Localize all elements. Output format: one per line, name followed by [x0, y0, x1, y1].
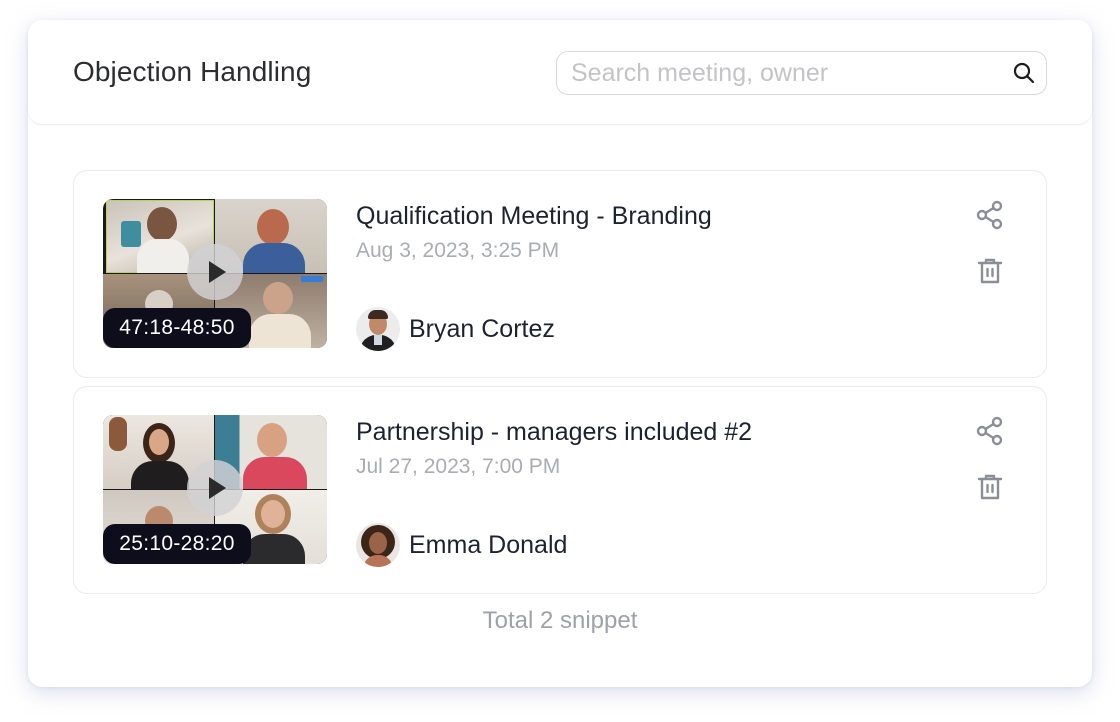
play-icon[interactable]	[187, 244, 243, 300]
duration-badge: 47:18-48:50	[103, 308, 251, 348]
meeting-date: Aug 3, 2023, 3:25 PM	[356, 239, 560, 262]
panel-title: Objection Handling	[73, 56, 312, 87]
owner-name: Bryan Cortez	[409, 314, 555, 343]
meeting-title[interactable]: Qualification Meeting - Branding	[356, 202, 712, 231]
search-box[interactable]	[556, 51, 1047, 95]
avatar	[356, 523, 400, 567]
owner-name: Emma Donald	[409, 530, 568, 559]
avatar	[356, 307, 400, 351]
duration-badge: 25:10-28:20	[103, 524, 251, 564]
video-thumbnail[interactable]: 25:10-28:20	[103, 415, 327, 564]
share-icon[interactable]	[974, 199, 1006, 231]
trash-icon[interactable]	[974, 471, 1006, 503]
play-icon[interactable]	[187, 460, 243, 516]
snippet-card[interactable]: 25:10-28:20 Partnership - managers inclu…	[73, 386, 1047, 594]
share-icon[interactable]	[974, 415, 1006, 447]
search-icon[interactable]	[1012, 61, 1036, 85]
video-thumbnail[interactable]: 47:18-48:50	[103, 199, 327, 348]
snippet-card[interactable]: 47:18-48:50 Qualification Meeting - Bran…	[73, 170, 1047, 378]
search-input[interactable]	[557, 58, 987, 88]
panel-header: Objection Handling	[28, 20, 1092, 124]
meeting-date: Jul 27, 2023, 7:00 PM	[356, 455, 561, 478]
meeting-title[interactable]: Partnership - managers included #2	[356, 418, 752, 447]
total-snippets-count: Total 2 snippet	[482, 607, 638, 634]
owner: Emma Donald	[356, 523, 567, 567]
owner: Bryan Cortez	[356, 307, 555, 351]
trash-icon[interactable]	[974, 255, 1006, 287]
objection-handling-panel: Objection Handling Search meeting, owner…	[28, 20, 1092, 687]
